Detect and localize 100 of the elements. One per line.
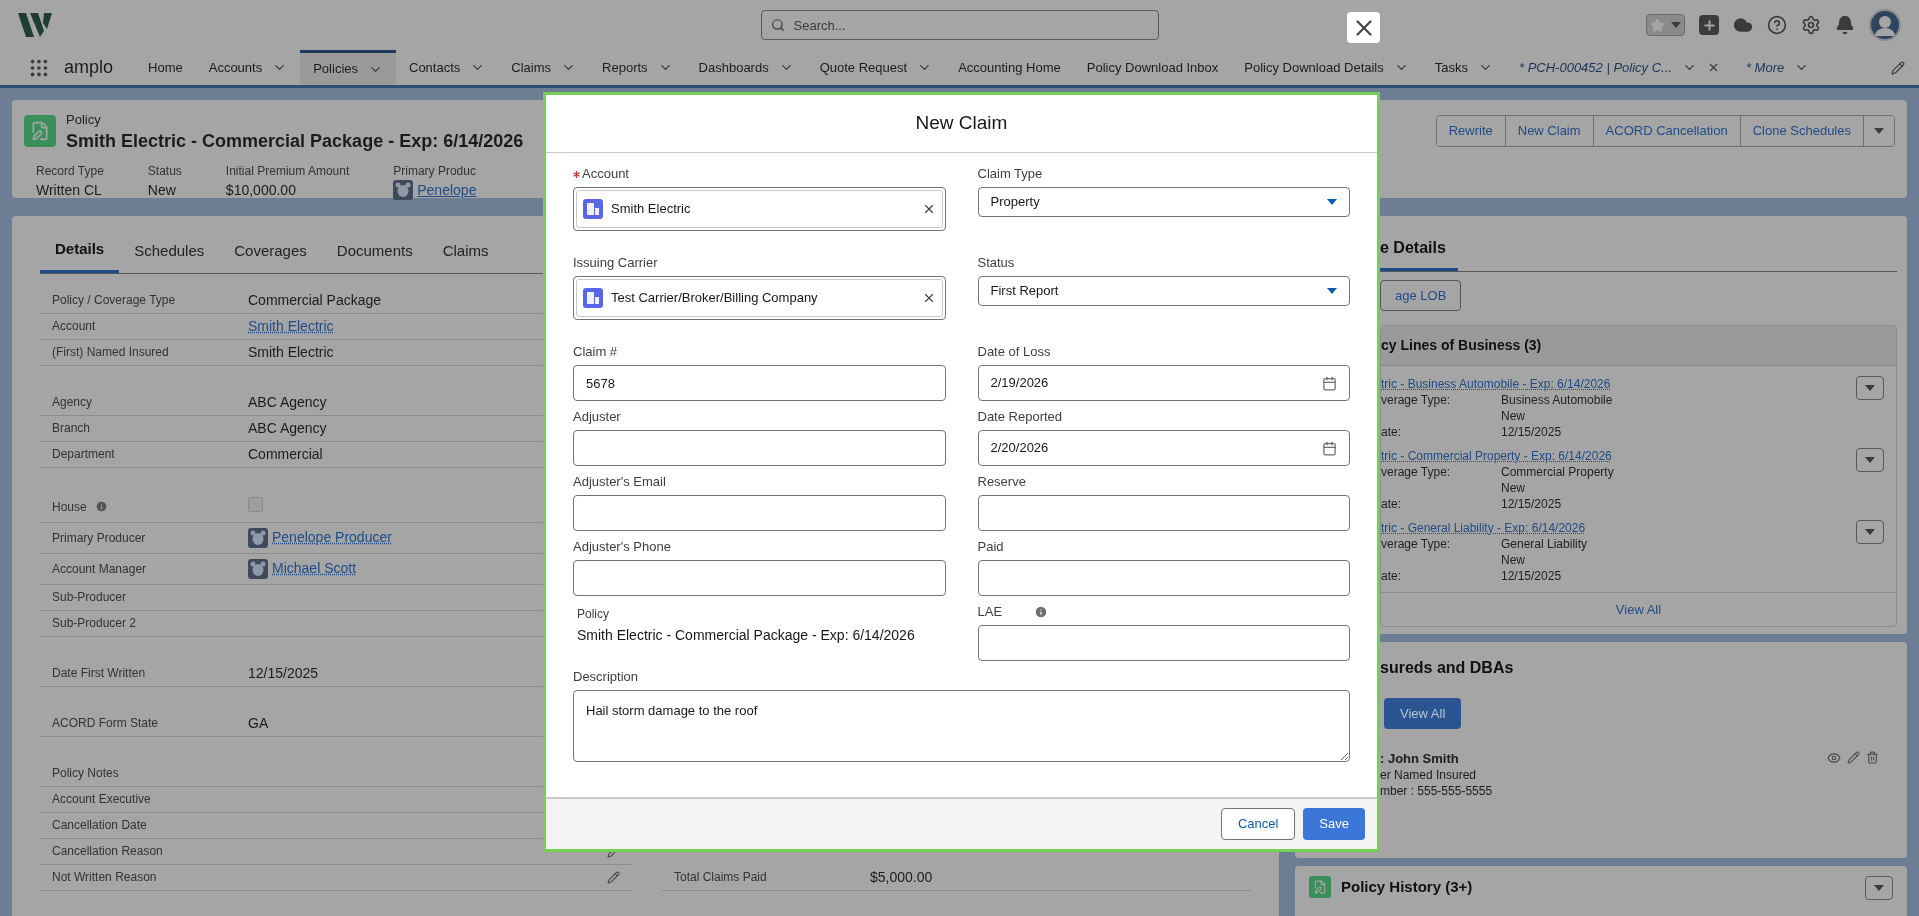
app-name: amplo	[64, 56, 114, 79]
record-link[interactable]: tric - General Liability - Exp: 6/14/2026	[1381, 520, 1588, 536]
cancel-button[interactable]: Cancel	[1220, 808, 1296, 840]
field-label: Date Reported	[977, 408, 1063, 427]
field-value: $10,000.00	[225, 180, 297, 200]
edit-nav-icon[interactable]	[1891, 60, 1905, 75]
field-label: Sub-Producer 2	[52, 615, 137, 632]
field-label: House	[52, 498, 87, 516]
dropdown-button[interactable]	[1856, 376, 1884, 400]
field-label: Paid	[977, 538, 1004, 557]
field-value: ABC Agency	[248, 420, 327, 436]
nav-tab[interactable]: Policy Download Inbox	[1073, 50, 1232, 85]
view-all-link[interactable]: View All	[1615, 599, 1662, 620]
lookup-field[interactable]: Smith Electric	[573, 187, 946, 231]
user-link[interactable]: Penelope	[417, 179, 477, 201]
field-value: Written CL	[36, 180, 103, 200]
description-field[interactable]: Hail storm damage to the roof	[573, 690, 1350, 762]
dropdown-button[interactable]	[1856, 448, 1884, 472]
edit-icon[interactable]	[607, 870, 620, 884]
field-value: General Liability	[1501, 536, 1588, 552]
detail-tab[interactable]: Schedules	[119, 238, 220, 273]
record-link[interactable]: tric - Commercial Property - Exp: 6/14/2026	[1381, 448, 1614, 464]
record-link[interactable]: Smith Electric	[248, 318, 334, 334]
notifications-icon[interactable]	[1835, 15, 1855, 35]
detail-tab[interactable]: Coverages	[219, 238, 322, 273]
field-value: New	[1501, 552, 1525, 568]
close-button[interactable]	[1347, 12, 1380, 43]
field-label: Issuing Carrier	[573, 254, 658, 273]
field-label: Date First Written	[52, 665, 146, 682]
nav-tab[interactable]: * PCH-000452 | Policy C...	[1506, 50, 1733, 85]
user-link[interactable]: Michael Scott	[272, 558, 357, 579]
text-field[interactable]	[977, 560, 1350, 596]
field-label: Policy	[577, 606, 610, 621]
field-value: Business Automobile	[1501, 392, 1613, 408]
calendar-icon[interactable]	[1322, 440, 1337, 456]
detail-tab[interactable]: Details	[40, 238, 120, 273]
text-field[interactable]	[573, 430, 946, 466]
modal-title: New Claim	[915, 111, 1008, 136]
nav-tab[interactable]: Accounting Home	[945, 50, 1074, 85]
field-label: Branch	[52, 420, 91, 437]
text-field[interactable]: 5678	[573, 365, 946, 401]
cloud-icon[interactable]	[1733, 15, 1753, 35]
select-field[interactable]: First Report	[977, 276, 1350, 306]
record-title: Smith Electric - Commercial Package - Exp: 6/14/2026	[66, 129, 524, 152]
record-link[interactable]: tric - Business Automobile - Exp: 6/14/2026	[1381, 376, 1613, 392]
field-label: Agency	[52, 394, 93, 411]
save-button[interactable]: Save	[1303, 808, 1365, 840]
caret-down-icon	[1865, 457, 1875, 463]
policy-icon	[1309, 876, 1331, 899]
date-field[interactable]: 2/19/2026	[977, 365, 1350, 401]
nav-tab[interactable]: Claims	[498, 50, 590, 85]
detail-tab[interactable]: Claims	[427, 238, 504, 273]
user-icon	[248, 527, 268, 548]
field-label: Primary Producer	[52, 529, 146, 547]
settings-icon[interactable]	[1801, 15, 1821, 35]
select-field[interactable]: Property	[977, 187, 1350, 217]
detail-tab[interactable]: Documents	[321, 238, 428, 273]
nav-tab[interactable]: Contacts	[396, 50, 499, 85]
nav-tab[interactable]: Dashboards	[685, 50, 807, 85]
text-field[interactable]	[573, 560, 946, 596]
field-value: Smith Electric - Commercial Package - Exp: 6/14/2026	[577, 626, 916, 645]
nav-tab[interactable]: Quote Request	[806, 50, 946, 85]
caret-down-icon	[1874, 885, 1884, 891]
nav-tab[interactable]: Tasks	[1421, 50, 1506, 85]
avatar-icon[interactable]	[1869, 9, 1901, 41]
text-field[interactable]	[573, 495, 946, 531]
delete-icon[interactable]	[1866, 751, 1879, 764]
field-label: Department	[52, 446, 115, 463]
nav-tab[interactable]: Policy Download Details	[1231, 50, 1422, 85]
field-value: $5,000.00	[870, 869, 933, 885]
user-link[interactable]: Penelope Producer	[272, 527, 392, 548]
field-label: Policy / Coverage Type	[52, 292, 176, 309]
text-field[interactable]	[977, 625, 1350, 661]
help-icon[interactable]	[1767, 15, 1787, 35]
edit-icon[interactable]	[1847, 751, 1860, 764]
action-button[interactable]: Rewrite	[1436, 115, 1506, 146]
field-value: Test Carrier/Broker/Billing Company	[611, 289, 819, 308]
field-value: 2/20/2026	[990, 439, 1050, 458]
field-label: Status	[977, 254, 1015, 273]
nav-tab[interactable]: Home	[135, 50, 196, 85]
nav-tab[interactable]: Policies	[300, 50, 396, 85]
nav-tab[interactable]: Accounts	[195, 50, 301, 85]
view-all-button[interactable]: View All	[1384, 698, 1462, 729]
date-field[interactable]: 2/20/2026	[977, 430, 1350, 466]
calendar-icon[interactable]	[1322, 375, 1337, 391]
nav-tab[interactable]: Reports	[589, 50, 686, 85]
search-field[interactable]: Search...	[760, 10, 1159, 40]
lookup-field[interactable]: Test Carrier/Broker/Billing Company	[573, 276, 946, 320]
new-button[interactable]	[1699, 15, 1719, 35]
nav-tab[interactable]: * More	[1732, 50, 1823, 85]
text-field[interactable]	[977, 495, 1350, 531]
star-icon	[1650, 17, 1665, 33]
favorites-button[interactable]	[1646, 14, 1685, 36]
field-label: ate:	[1381, 569, 1401, 583]
field-label: Adjuster's Phone	[573, 538, 671, 557]
dropdown-button[interactable]	[1856, 520, 1884, 544]
dropdown-button[interactable]	[1865, 876, 1893, 900]
field-value: Smith Electric	[248, 344, 334, 360]
view-icon[interactable]	[1827, 751, 1841, 765]
card-title: sureds and DBAs	[1380, 659, 1514, 676]
